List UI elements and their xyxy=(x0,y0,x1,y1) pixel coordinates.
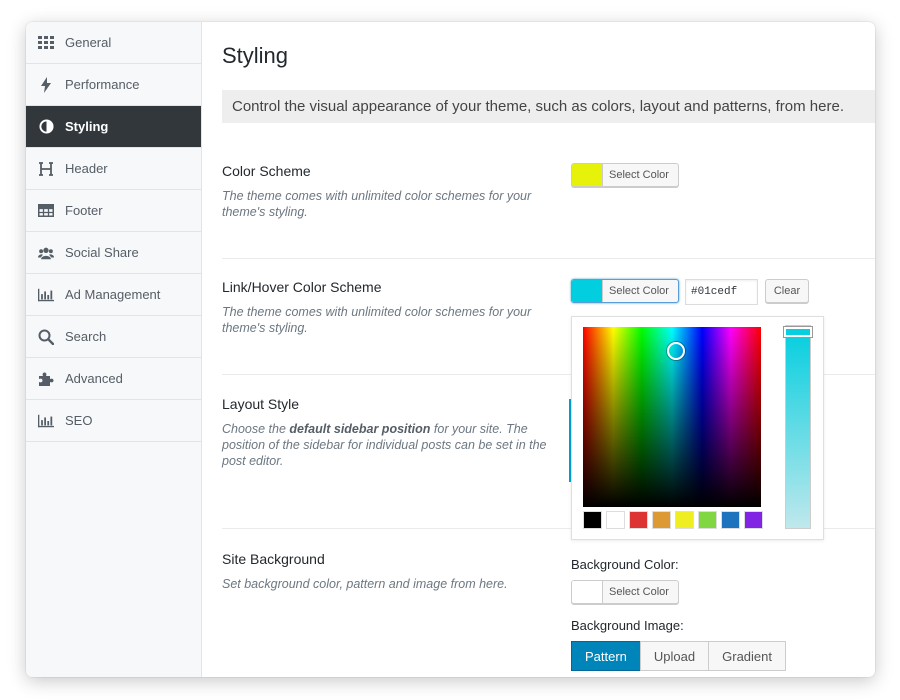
section-description: The theme comes with unlimited color sch… xyxy=(222,305,532,335)
color-palette xyxy=(583,511,763,529)
bar-chart-icon xyxy=(38,287,54,303)
sidebar-item-label: Search xyxy=(65,329,107,344)
sidebar-item-label: General xyxy=(65,35,112,50)
sidebar-item-advanced[interactable]: Advanced xyxy=(26,358,201,400)
color-swatch xyxy=(572,581,603,603)
sidebar-item-search[interactable]: Search xyxy=(26,316,201,358)
sidebar-item-label: Ad Management xyxy=(65,287,161,302)
link-hover-select-button[interactable]: Select Color xyxy=(571,279,679,303)
puzzle-icon xyxy=(38,371,54,387)
sidebar-item-footer[interactable]: Footer xyxy=(26,190,201,232)
sidebar-item-seo[interactable]: SEO xyxy=(26,400,201,442)
color-picker-popup xyxy=(571,316,824,540)
section-description: Choose the default sidebar position for … xyxy=(222,421,552,469)
section-description: The theme comes with unlimited color sch… xyxy=(222,189,532,219)
section-title: Site Background xyxy=(222,551,325,567)
page-title: Styling xyxy=(222,43,289,68)
palette-swatch[interactable] xyxy=(606,511,625,529)
sidebar: General Performance Styling Header Foote… xyxy=(26,22,202,677)
select-color-label: Select Color xyxy=(609,586,669,598)
palette-swatch[interactable] xyxy=(583,511,602,529)
spectrum-handle[interactable] xyxy=(667,342,685,360)
main-panel: Styling Control the visual appearance of… xyxy=(202,22,875,677)
color-scheme-select-button[interactable]: Select Color xyxy=(571,163,679,187)
sidebar-item-performance[interactable]: Performance xyxy=(26,64,201,106)
lightness-slider[interactable] xyxy=(784,325,812,529)
palette-swatch[interactable] xyxy=(744,511,763,529)
sidebar-item-label: Advanced xyxy=(65,371,123,386)
grid-icon xyxy=(38,35,54,51)
hex-color-input[interactable] xyxy=(685,279,758,305)
divider xyxy=(222,258,875,259)
palette-swatch[interactable] xyxy=(675,511,694,529)
sidebar-item-ad-management[interactable]: Ad Management xyxy=(26,274,201,316)
search-icon xyxy=(38,329,54,345)
sidebar-item-label: Performance xyxy=(65,77,140,92)
sidebar-item-label: Social Share xyxy=(65,245,139,260)
tab-gradient[interactable]: Gradient xyxy=(708,641,786,671)
palette-swatch[interactable] xyxy=(721,511,740,529)
settings-window: General Performance Styling Header Foote… xyxy=(26,22,875,677)
intro-text: Control the visual appearance of your th… xyxy=(222,90,875,123)
tab-pattern[interactable]: Pattern xyxy=(571,641,641,671)
desc-text: Choose the xyxy=(222,422,290,436)
palette-swatch[interactable] xyxy=(629,511,648,529)
background-color-label: Background Color: xyxy=(571,557,679,572)
users-icon xyxy=(38,245,54,261)
sidebar-item-header[interactable]: Header xyxy=(26,148,201,190)
color-swatch xyxy=(572,164,603,186)
sidebar-item-styling[interactable]: Styling xyxy=(26,106,201,148)
sidebar-item-social-share[interactable]: Social Share xyxy=(26,232,201,274)
section-description: Set background color, pattern and image … xyxy=(222,577,508,591)
select-color-label: Select Color xyxy=(609,169,669,181)
palette-swatch[interactable] xyxy=(652,511,671,529)
sidebar-item-general[interactable]: General xyxy=(26,22,201,64)
section-title: Color Scheme xyxy=(222,163,311,179)
bolt-icon xyxy=(38,76,54,93)
table-icon xyxy=(38,203,54,219)
color-scheme-section: Color Scheme The theme comes with unlimi… xyxy=(222,163,875,220)
site-background-section: Site Background Set background color, pa… xyxy=(222,551,875,592)
tab-upload[interactable]: Upload xyxy=(639,641,710,671)
sidebar-item-label: Footer xyxy=(65,203,103,218)
sidebar-item-label: Styling xyxy=(65,119,109,134)
desc-bold: default sidebar position xyxy=(289,422,431,436)
clear-button[interactable]: Clear xyxy=(765,279,809,303)
slider-handle[interactable] xyxy=(784,327,812,337)
half-circle-icon xyxy=(38,119,54,135)
sidebar-item-label: SEO xyxy=(65,413,93,428)
bar-chart-icon xyxy=(38,413,54,429)
color-swatch xyxy=(572,280,603,302)
background-select-button[interactable]: Select Color xyxy=(571,580,679,604)
palette-swatch[interactable] xyxy=(698,511,717,529)
select-color-label: Select Color xyxy=(609,285,669,297)
sidebar-item-label: Header xyxy=(65,161,108,176)
color-spectrum[interactable] xyxy=(583,327,761,507)
background-image-label: Background Image: xyxy=(571,618,684,633)
h-icon xyxy=(38,161,54,177)
background-image-tabs: Pattern Upload Gradient xyxy=(571,641,786,671)
